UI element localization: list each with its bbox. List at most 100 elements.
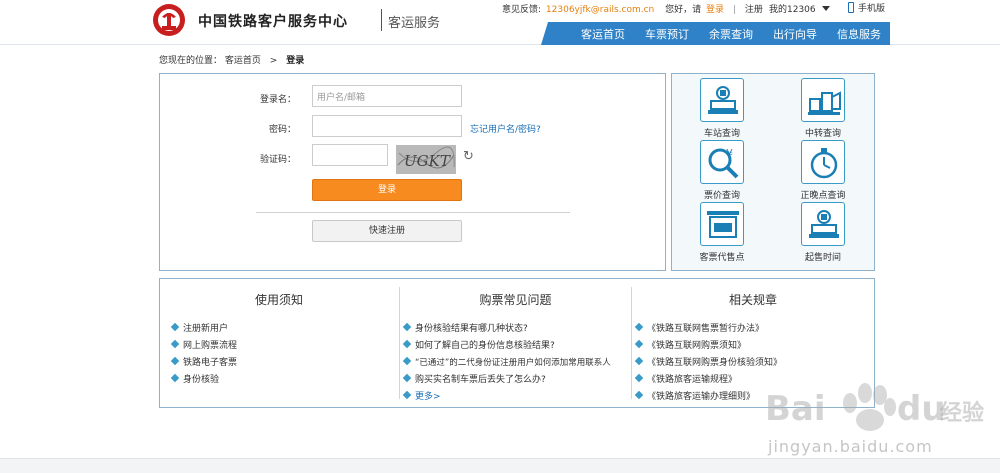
service-label: 起售时间 (804, 253, 841, 263)
ticket-agent-icon (700, 202, 744, 246)
nav-item-info[interactable]: 信息服务 (837, 26, 881, 42)
list-item[interactable]: 《铁路互联网购票须知》 (634, 338, 782, 355)
info-column-usage: 使用须知 注册新用户 网上购票流程 铁路电子客票 身份核验 (160, 279, 398, 407)
captcha-image[interactable]: UGKT (396, 145, 456, 174)
captcha-text: UGKT (404, 152, 451, 170)
top-links: 意见反馈: 12306yjfk@rails.com.cn 您好，请 登录 | 注… (502, 2, 763, 16)
list-item[interactable]: 《铁路互联网售票暂行办法》 (634, 321, 782, 338)
service-station[interactable]: 车站查询 (682, 78, 762, 139)
mobile-phone-icon (848, 2, 854, 13)
main-nav: 客运首页 车票预订 余票查询 出行向导 信息服务 (548, 22, 890, 45)
header: 中国铁路客户服务中心 客运服务 意见反馈: 12306yjfk@rails.co… (0, 0, 1000, 45)
feedback-label: 意见反馈: (502, 5, 542, 15)
brand-title: 中国铁路客户服务中心 (198, 14, 348, 30)
my12306-menu[interactable]: 我的12306 (769, 2, 830, 15)
list-item[interactable]: 铁路电子客票 (170, 355, 237, 372)
nav-corner (541, 22, 548, 45)
diamond-bullet-icon (634, 373, 644, 383)
diamond-bullet-icon (402, 322, 412, 332)
list-item[interactable]: 注册新用户 (170, 321, 237, 338)
quick-register-button[interactable]: 快速注册 (312, 220, 462, 242)
login-link[interactable]: 登录 (706, 2, 724, 15)
list-item[interactable]: 如何了解自己的身份信息核验结果? (402, 338, 611, 355)
service-panel: 车站查询 中转查询 ¥ 票价查询 正晚点查询 客票代售点 起售时间 (671, 73, 875, 271)
register-link[interactable]: 注册 (745, 2, 763, 15)
watermark-brand: Bai (765, 389, 826, 429)
diamond-bullet-icon (170, 356, 180, 366)
captcha-input[interactable] (312, 144, 388, 166)
service-delay[interactable]: 正晚点查询 (783, 140, 863, 201)
watermark-cn: 经验 (940, 400, 984, 426)
list-item[interactable]: 网上购票流程 (170, 338, 237, 355)
service-fare[interactable]: ¥ 票价查询 (682, 140, 762, 201)
diamond-bullet-icon (402, 373, 412, 383)
station-icon (700, 78, 744, 122)
watermark-brand2: du (897, 389, 946, 429)
service-label: 车站查询 (703, 129, 740, 139)
diamond-bullet-icon (634, 339, 644, 349)
service-label: 正晚点查询 (800, 191, 846, 201)
my12306-label: 我的12306 (769, 5, 816, 15)
page: 中国铁路客户服务中心 客运服务 意见反馈: 12306yjfk@rails.co… (0, 0, 1000, 473)
clock-icon (801, 140, 845, 184)
list-item[interactable]: 购买实名制车票后丢失了怎么办? (402, 372, 611, 389)
list-item[interactable]: 身份核验结果有哪几种状态? (402, 321, 611, 338)
diamond-bullet-icon (402, 356, 412, 366)
list-item[interactable]: “已通过”的二代身份证注册用户如何添加常用联系人 (402, 355, 611, 372)
diamond-bullet-icon (170, 322, 180, 332)
forgot-password-link[interactable]: 忘记用户名/密码? (470, 122, 541, 135)
username-label: 登录名： (259, 95, 296, 105)
service-label: 客票代售点 (699, 253, 745, 263)
diamond-bullet-icon (634, 322, 644, 332)
password-input[interactable] (312, 115, 462, 137)
nav-item-booking[interactable]: 车票预订 (645, 26, 689, 42)
username-input[interactable]: 用户名/邮箱 (312, 85, 462, 107)
diamond-bullet-icon (402, 339, 412, 349)
feedback-email-link[interactable]: 12306yjfk@rails.com.cn (546, 5, 654, 15)
service-agent[interactable]: 客票代售点 (682, 202, 762, 263)
mobile-label: 手机版 (858, 4, 886, 14)
railway-logo-icon[interactable] (152, 3, 186, 37)
diamond-bullet-icon (170, 373, 180, 383)
breadcrumb: 您现在的位置： 客运首页 > 登录 (159, 53, 304, 66)
more-link[interactable]: 更多> (402, 389, 611, 406)
link-separator: | (732, 5, 736, 15)
captcha-label: 验证码： (259, 155, 296, 165)
login-divider (256, 212, 570, 213)
nav-item-guide[interactable]: 出行向导 (773, 26, 817, 42)
brand-subtitle: 客运服务 (388, 16, 441, 31)
fare-icon: ¥ (700, 140, 744, 184)
nav-item-home[interactable]: 客运首页 (581, 26, 625, 42)
column-title: 使用须知 (254, 293, 303, 307)
breadcrumb-home-link[interactable]: 客运首页 (225, 56, 261, 66)
svg-text:¥: ¥ (726, 147, 733, 160)
diamond-bullet-icon (402, 390, 412, 400)
sale-time-icon (801, 202, 845, 246)
diamond-bullet-icon (634, 356, 644, 366)
mobile-link[interactable]: 手机版 (848, 1, 885, 14)
breadcrumb-current: 登录 (286, 56, 305, 66)
info-column-faq: 购票常见问题 身份核验结果有哪几种状态? 如何了解自己的身份信息核验结果? “已… (400, 279, 631, 407)
watermark-url: jingyan.baidu.com (768, 437, 933, 456)
brand-divider (381, 9, 382, 31)
diamond-bullet-icon (170, 339, 180, 349)
password-label: 密码： (268, 125, 296, 135)
baidu-watermark-icon: Bai du 经验 (765, 383, 984, 431)
service-label: 中转查询 (804, 129, 841, 139)
column-title: 相关规章 (728, 293, 777, 307)
login-button[interactable]: 登录 (312, 179, 462, 201)
diamond-bullet-icon (634, 390, 644, 400)
greeting-text: 您好，请 (665, 5, 702, 15)
breadcrumb-separator: > (269, 56, 278, 66)
refresh-icon[interactable]: ↻ (463, 149, 474, 164)
service-transfer[interactable]: 中转查询 (783, 78, 863, 139)
transfer-icon (801, 78, 845, 122)
service-label: 票价查询 (703, 191, 740, 201)
list-item[interactable]: 身份核验 (170, 372, 237, 389)
login-panel: 登录名： 用户名/邮箱 密码： 忘记用户名/密码? 验证码： UGKT ↻ 登录… (159, 73, 666, 271)
service-sale-time[interactable]: 起售时间 (783, 202, 863, 263)
breadcrumb-prefix: 您现在的位置： (159, 56, 223, 66)
chevron-down-icon (821, 6, 830, 11)
column-title: 购票常见问题 (479, 293, 552, 307)
nav-item-remaining[interactable]: 余票查询 (709, 26, 753, 42)
